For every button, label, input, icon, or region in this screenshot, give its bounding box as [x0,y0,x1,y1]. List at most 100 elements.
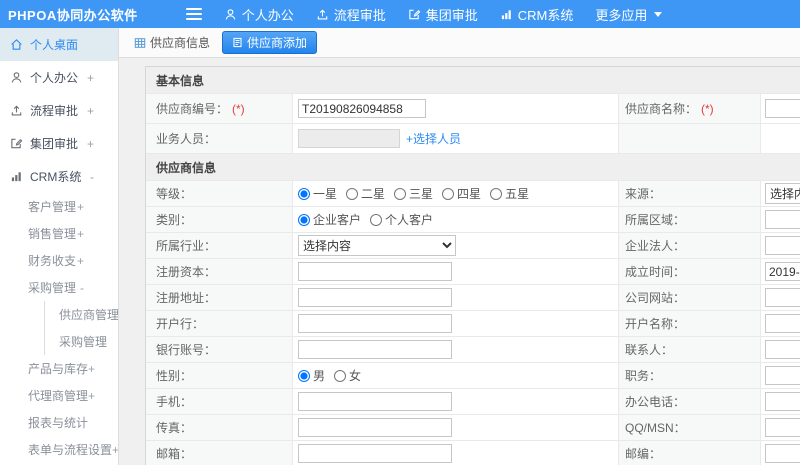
bank-label: 开户行： [146,311,293,336]
bank-account-input[interactable] [298,340,452,359]
mobile-input[interactable] [298,392,452,411]
nav-more-apps[interactable]: 更多应用 [595,5,663,24]
zipcode-input[interactable] [765,444,800,463]
source-select[interactable]: 选择内容 [765,183,800,204]
account-name-label: 开户名称： [619,311,761,336]
form-row: 银行账号： 联系人： [146,337,800,363]
form-row: 注册地址： 公司网站： [146,285,800,311]
supplier-name-label: 供应商名称： (*) [619,94,761,123]
nav-group-approval[interactable]: 集团审批 [408,5,478,24]
form-row: 手机： 办公电话： [146,389,800,415]
sidebar-item-purchase-mgmt[interactable]: 采购管理 - [0,274,118,301]
contact-input[interactable] [765,340,800,359]
website-input[interactable] [765,288,800,307]
section-header-supplier: 供应商信息 [146,154,800,181]
office-phone-label: 办公电话： [619,389,761,414]
zipcode-label: 邮编： [619,441,761,465]
form-row: 类别： 企业客户 个人客户 所属区域： [146,207,800,233]
app-window: PHPOA协同办公软件 个人办公 流程审批 集团审批 CRM系统 更多应用 个人… [0,0,800,465]
email-label: 邮箱： [146,441,293,465]
user-icon [225,8,236,20]
legal-person-input[interactable] [765,236,800,255]
form-row: 邮箱： 邮编： [146,441,800,465]
fax-input[interactable] [298,418,452,437]
form-row: 开户行： 开户名称： [146,311,800,337]
industry-label: 所属行业： [146,233,293,258]
tab-supplier-add[interactable]: 供应商添加 [222,31,318,54]
industry-select[interactable]: 选择内容 [298,235,456,256]
bank-input[interactable] [298,314,452,333]
sidebar-item-form-workflow-settings[interactable]: 表单与流程设置 + [0,436,118,463]
topbar: PHPOA协同办公软件 个人办公 流程审批 集团审批 CRM系统 更多应用 [0,0,800,28]
registered-address-label: 注册地址： [146,285,293,310]
contact-label: 联系人： [619,337,761,362]
position-input[interactable] [765,366,800,385]
form-row: 注册资本： 成立时间： [146,259,800,285]
app-logo: PHPOA协同办公软件 [8,7,138,23]
office-phone-input[interactable] [765,392,800,411]
fax-label: 传真： [146,415,293,440]
sidebar-item-finance[interactable]: 财务收支 + [0,247,118,274]
user-icon [10,71,23,84]
section-header-basic: 基本信息 [146,67,800,94]
nav-personal-office[interactable]: 个人办公 [224,5,294,24]
supplier-name-input[interactable] [765,99,800,118]
gender-radio-female[interactable] [334,369,347,382]
chart-icon [10,170,23,183]
grade-radio-1star[interactable] [298,187,310,200]
grade-radio-4star[interactable] [442,187,455,200]
upload-icon [317,9,327,20]
sidebar-item-group-approval[interactable]: 集团审批 + [0,127,118,160]
sidebar: 个人桌面 个人办公 + 流程审批 + 集团审批 + CRM系统 - 客户管理 + [0,28,119,465]
edit-icon [409,9,421,19]
source-label: 来源： [619,181,761,206]
founded-time-input[interactable] [765,262,800,281]
caret-down-icon [654,11,663,17]
sidebar-item-sales-mgmt[interactable]: 销售管理 + [0,220,118,247]
choose-person-link[interactable]: +选择人员 [406,130,461,147]
category-radio-enterprise[interactable] [298,213,310,226]
grade-radio-3star[interactable] [394,187,407,200]
supplier-code-input[interactable] [298,99,426,118]
hamburger-menu-icon[interactable] [185,8,202,20]
edit-icon [10,137,23,150]
nav-crm-system[interactable]: CRM系统 [500,5,573,24]
email-input[interactable] [298,444,452,463]
sidebar-item-personal-desktop[interactable]: 个人桌面 [0,28,118,61]
mobile-label: 手机： [146,389,293,414]
category-radio-group: 企业客户 个人客户 [298,211,442,228]
sidebar-item-purchase-mgmt-sub[interactable]: 采购管理 [45,328,118,355]
sidebar-item-crm-system[interactable]: CRM系统 - [0,160,118,193]
grade-radio-5star[interactable] [490,187,503,200]
tab-supplier-info[interactable]: 供应商信息 [134,34,210,51]
account-name-input[interactable] [765,314,800,333]
founded-time-label: 成立时间： [619,259,761,284]
registered-capital-input[interactable] [298,262,452,281]
position-label: 职务： [619,363,761,388]
nav-workflow-approval[interactable]: 流程审批 [316,5,386,24]
sales-person-input[interactable] [298,129,400,148]
category-radio-personal[interactable] [370,213,383,226]
qq-msn-input[interactable] [765,418,800,437]
sidebar-item-reports-statistics[interactable]: 报表与统计 [0,409,118,436]
sidebar-item-workflow-approval[interactable]: 流程审批 + [0,94,118,127]
supplier-add-form: 基本信息 供应商编号：(*) 供应商名称：(*) 业务人员： [145,66,800,465]
gender-label: 性别： [146,363,293,388]
registered-address-input[interactable] [298,288,452,307]
content-area: 供应商信息 供应商添加 基本信息 供应商编号：(*) 供应商名称：(*) [119,28,800,465]
sidebar-item-supplier-mgmt[interactable]: 供应商管理 [45,301,118,328]
gender-radio-male[interactable] [298,369,310,382]
gender-radio-group: 男 女 [298,367,370,384]
sidebar-item-product-inventory[interactable]: 产品与库存 + [0,355,118,382]
grade-radio-2star[interactable] [346,187,359,200]
sidebar-item-customer-mgmt[interactable]: 客户管理 + [0,193,118,220]
empty-label-cell [619,124,761,153]
region-input[interactable] [765,210,800,229]
region-label: 所属区域： [619,207,761,232]
qq-msn-label: QQ/MSN： [619,415,761,440]
sidebar-item-personal-office[interactable]: 个人办公 + [0,61,118,94]
sidebar-item-agent-mgmt[interactable]: 代理商管理 + [0,382,118,409]
form-row: 业务人员： +选择人员 [146,124,800,154]
home-icon [10,38,23,51]
top-navigation: 个人办公 流程审批 集团审批 CRM系统 更多应用 [224,5,685,24]
